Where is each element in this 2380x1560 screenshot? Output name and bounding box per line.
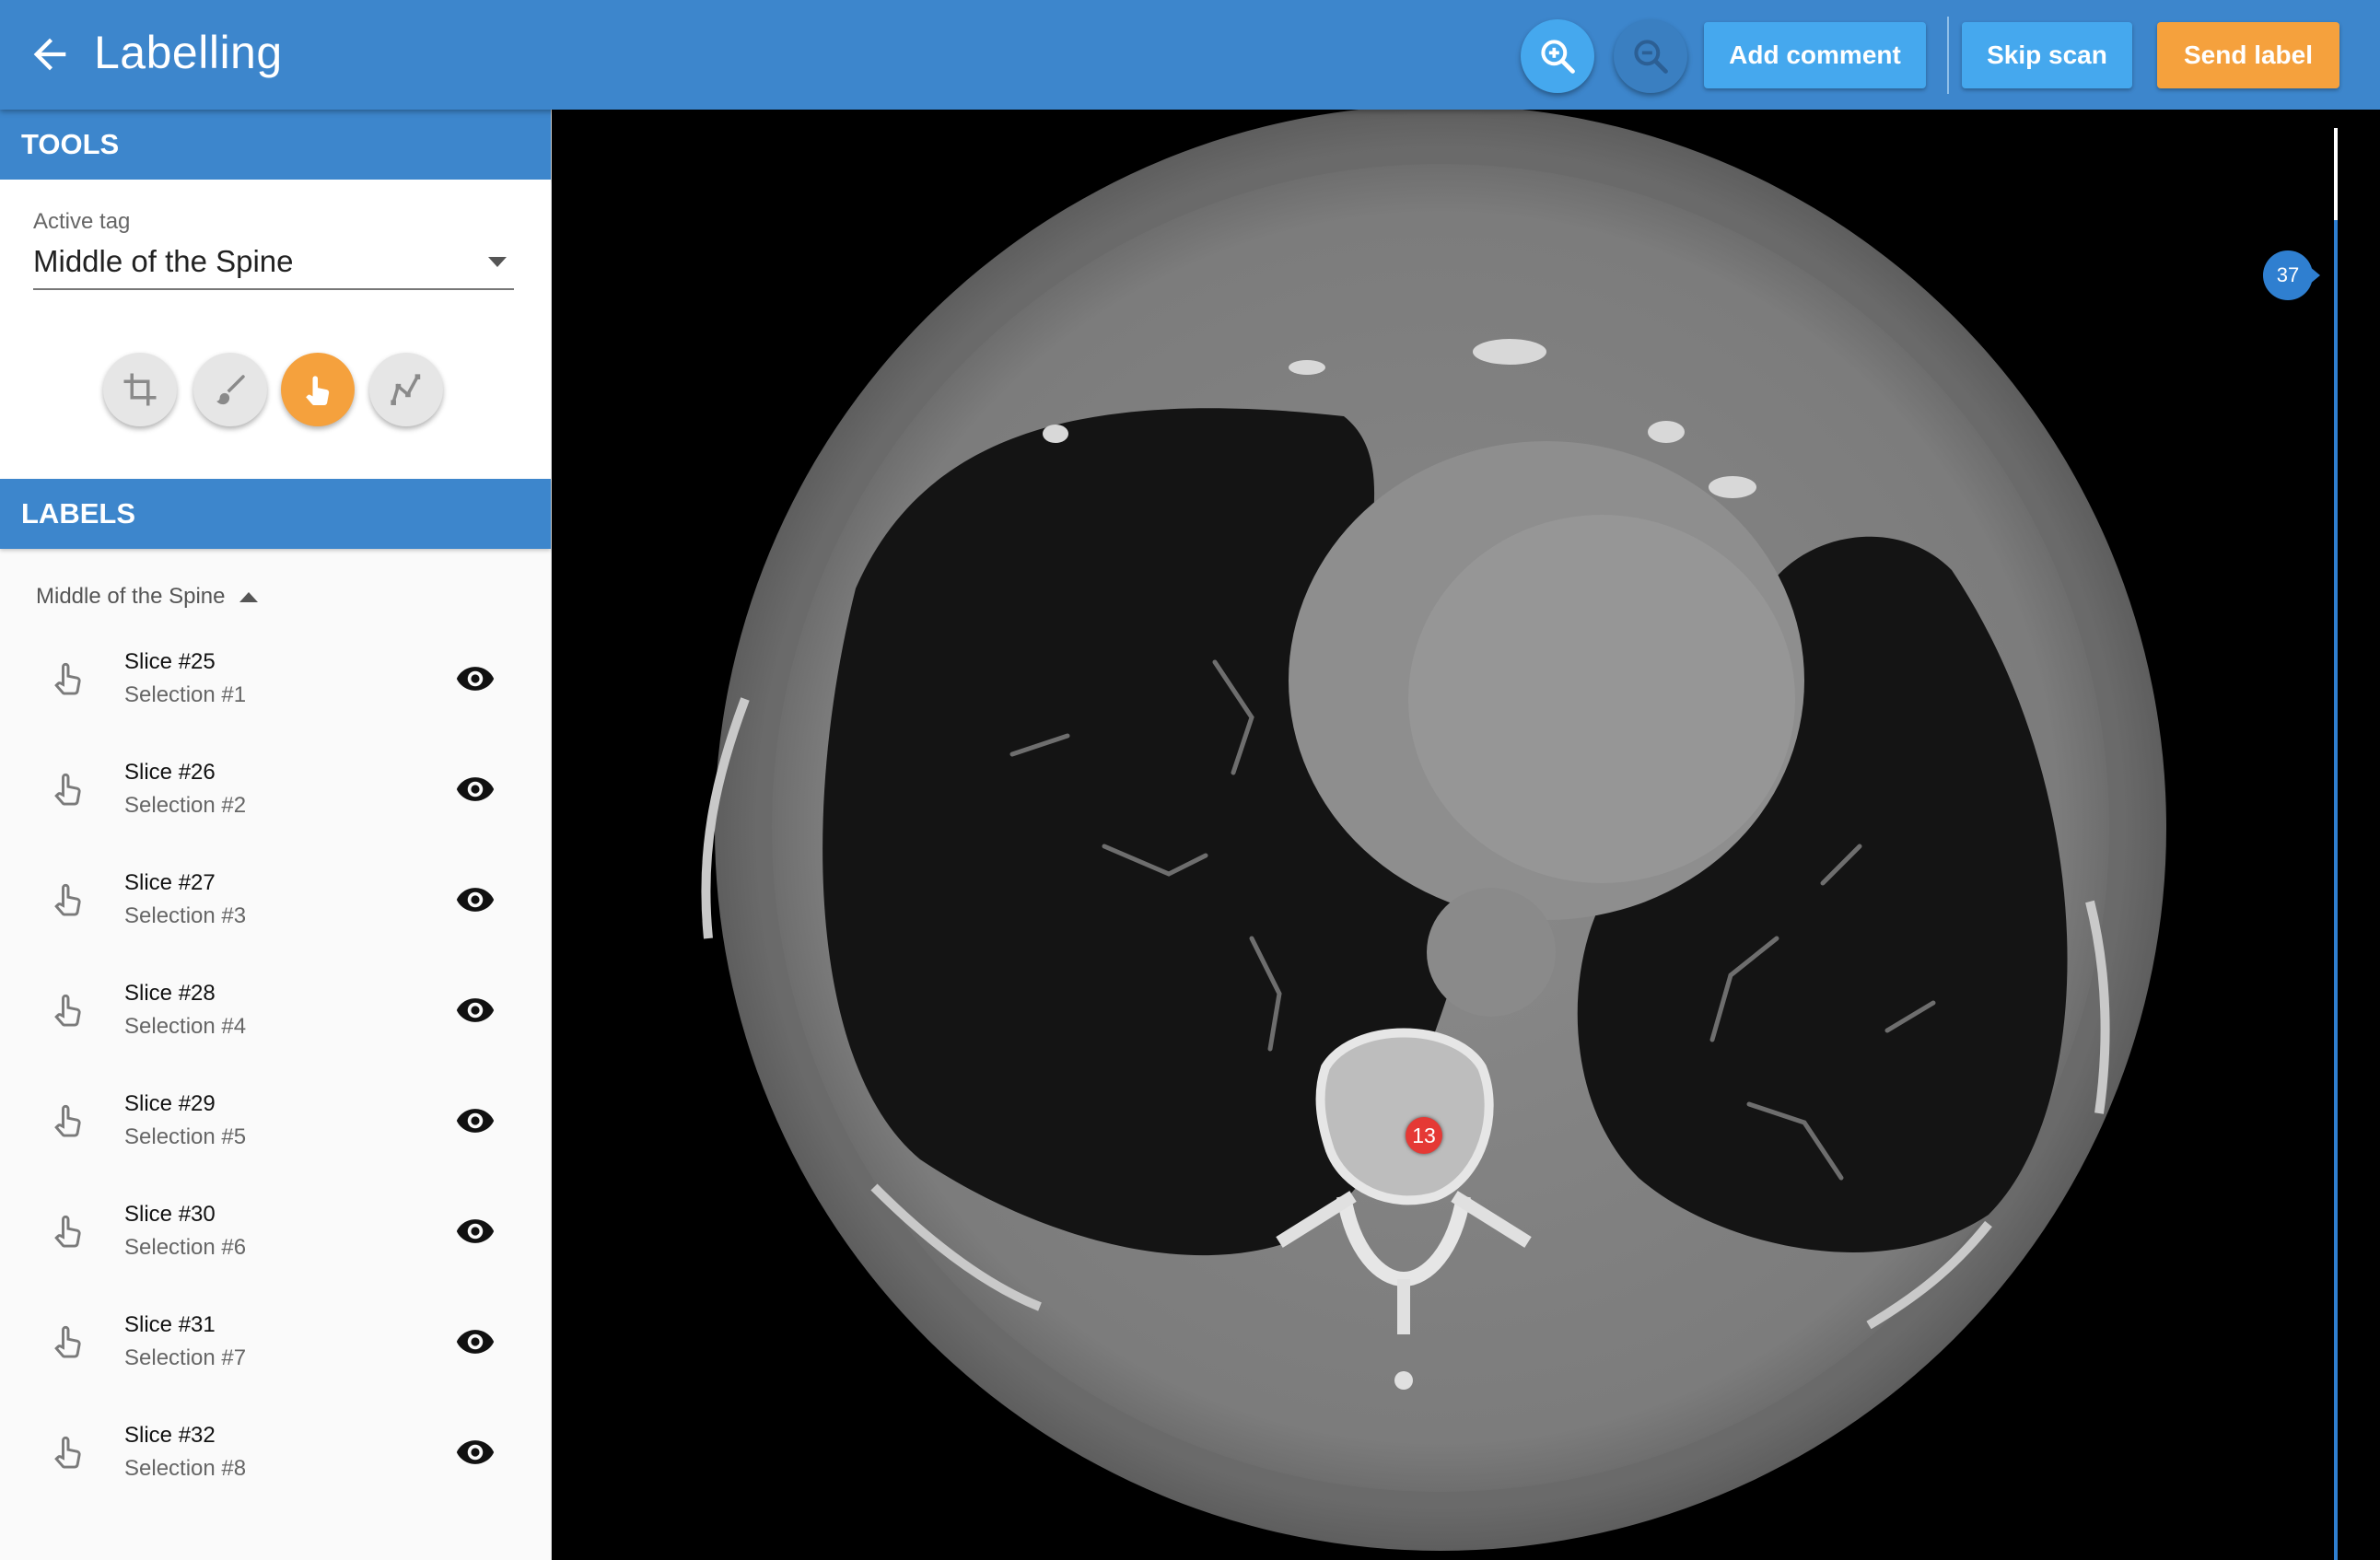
pointer-icon	[54, 1104, 81, 1137]
brush-icon	[216, 375, 245, 405]
label-row[interactable]: Slice #27 Selection #3	[0, 848, 551, 959]
tools-heading: TOOLS	[0, 110, 551, 180]
pointer-icon	[54, 883, 81, 916]
zoom-in-icon	[1541, 40, 1575, 74]
eye-icon[interactable]	[455, 879, 496, 920]
eye-icon[interactable]	[455, 1211, 496, 1251]
pointer-icon	[54, 773, 81, 806]
label-row[interactable]: Slice #30 Selection #6	[0, 1180, 551, 1290]
active-tag-label: Active tag	[33, 209, 131, 234]
eye-icon[interactable]	[455, 1100, 496, 1141]
slice-scrollbar[interactable]	[2334, 128, 2338, 1560]
label-row[interactable]: Slice #25 Selection #1	[0, 627, 551, 738]
active-tag-value: Middle of the Spine	[33, 244, 294, 278]
pointer-icon	[54, 1215, 81, 1248]
selection-label: Selection #2	[124, 793, 247, 818]
back-arrow-icon[interactable]	[26, 30, 74, 78]
spine-marker[interactable]: 13	[1406, 1117, 1442, 1154]
slice-label: Slice #28	[124, 981, 216, 1006]
dropdown-caret-icon	[488, 257, 507, 267]
crop-tool-button[interactable]	[103, 353, 177, 426]
label-group-name: Middle of the Spine	[36, 584, 226, 609]
zoom-out-button[interactable]	[1614, 19, 1687, 93]
collapse-caret-icon	[239, 591, 259, 602]
label-row[interactable]: Slice #31 Selection #7	[0, 1290, 551, 1401]
pointer-icon	[306, 376, 330, 406]
selection-label: Selection #6	[124, 1235, 247, 1260]
eye-icon[interactable]	[455, 1432, 496, 1473]
slice-label: Slice #27	[124, 870, 216, 895]
pointer-icon	[54, 994, 81, 1027]
slice-label: Slice #32	[124, 1423, 216, 1448]
selection-label: Selection #4	[124, 1014, 247, 1039]
selection-label: Selection #5	[124, 1124, 247, 1149]
crop-icon	[123, 373, 157, 406]
ct-scan-image[interactable]	[552, 110, 2380, 1560]
header-divider	[1947, 17, 1949, 94]
label-row[interactable]: Slice #26 Selection #2	[0, 738, 551, 848]
tools-panel: Active tag Middle of the Spine	[0, 180, 551, 479]
sidebar: TOOLS Active tag Middle of the Spine LAB…	[0, 110, 552, 1560]
pointer-icon	[54, 1325, 81, 1358]
selection-label: Selection #1	[124, 682, 247, 707]
selection-label: Selection #3	[124, 903, 247, 928]
brush-tool-button[interactable]	[193, 353, 267, 426]
eye-icon[interactable]	[455, 990, 496, 1030]
eye-icon[interactable]	[455, 769, 496, 809]
slice-label: Slice #31	[124, 1312, 216, 1337]
label-row[interactable]: Slice #32 Selection #8	[0, 1401, 551, 1511]
pointer-tool-button[interactable]	[281, 353, 355, 426]
scan-viewer[interactable]: 13 37	[552, 110, 2380, 1560]
eye-icon[interactable]	[455, 658, 496, 699]
pointer-icon	[54, 662, 81, 695]
top-app-bar: Labelling Add comment Skip scan Send lab…	[0, 0, 2380, 110]
send-label-button[interactable]: Send label	[2157, 22, 2339, 88]
current-slice-badge[interactable]: 37	[2263, 250, 2313, 300]
polyline-icon	[391, 374, 421, 405]
slice-label: Slice #26	[124, 760, 216, 785]
pointer-icon	[54, 1436, 81, 1469]
selection-label: Selection #7	[124, 1345, 247, 1370]
slice-label: Slice #30	[124, 1202, 216, 1227]
page-title: Labelling	[94, 27, 283, 78]
zoom-in-button[interactable]	[1521, 19, 1594, 93]
polyline-tool-button[interactable]	[369, 353, 443, 426]
selection-label: Selection #8	[124, 1456, 247, 1481]
zoom-out-icon	[1634, 40, 1668, 74]
slice-label: Slice #25	[124, 649, 216, 674]
eye-icon[interactable]	[455, 1321, 496, 1362]
skip-scan-button[interactable]: Skip scan	[1962, 22, 2132, 88]
slice-label: Slice #29	[124, 1091, 216, 1116]
add-comment-button[interactable]: Add comment	[1704, 22, 1926, 88]
label-row[interactable]: Slice #29 Selection #5	[0, 1069, 551, 1180]
label-row[interactable]: Slice #28 Selection #4	[0, 959, 551, 1069]
label-group-toggle[interactable]: Middle of the Spine	[36, 578, 259, 615]
active-tag-select[interactable]: Middle of the Spine	[33, 240, 514, 290]
labels-heading: LABELS	[0, 479, 551, 549]
labels-panel: Middle of the Spine Slice #25 Selection …	[0, 549, 551, 1560]
